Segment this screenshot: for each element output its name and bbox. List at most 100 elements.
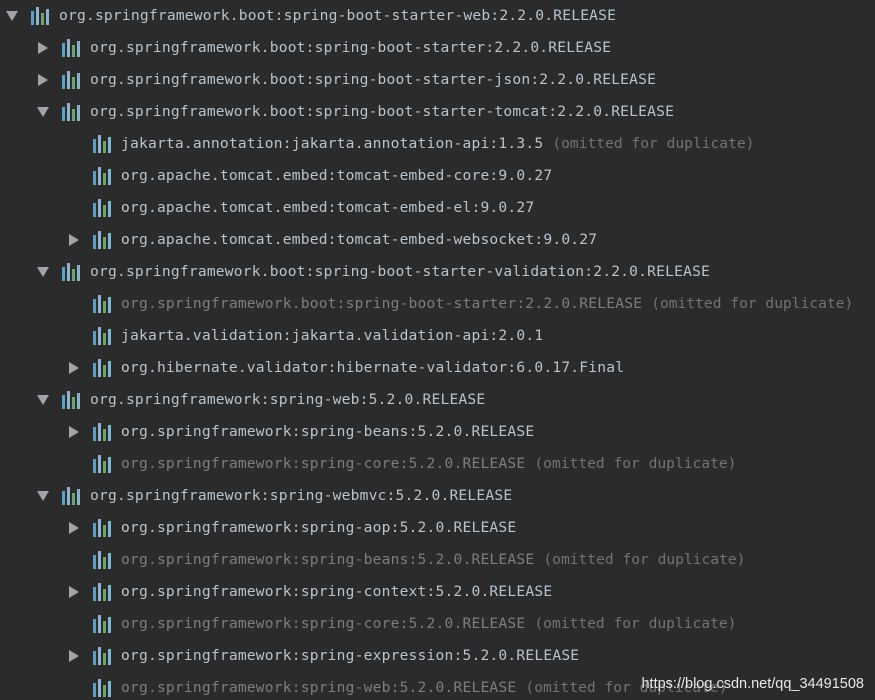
library-icon — [93, 615, 115, 633]
library-icon — [62, 39, 84, 57]
toggle-spacer — [67, 681, 81, 695]
tree-row[interactable]: org.springframework.boot:spring-boot-sta… — [36, 32, 611, 64]
triangle-right-icon — [69, 362, 79, 374]
triangle-down-icon — [37, 267, 49, 277]
tree-row[interactable]: org.apache.tomcat.embed:tomcat-embed-cor… — [67, 160, 552, 192]
toggle-spacer — [67, 457, 81, 471]
library-icon — [62, 487, 84, 505]
dependency-label: org.springframework:spring-context:5.2.0… — [121, 583, 553, 600]
triangle-right-icon — [69, 426, 79, 438]
toggle-spacer — [67, 553, 81, 567]
dependency-label: org.springframework.boot:spring-boot-sta… — [90, 71, 657, 88]
expand-toggle[interactable] — [67, 521, 81, 535]
omitted-note: (omitted for duplicate) — [543, 551, 746, 568]
expand-toggle[interactable] — [67, 649, 81, 663]
tree-row[interactable]: org.springframework:spring-webmvc:5.2.0.… — [36, 480, 512, 512]
tree-row[interactable]: org.springframework:spring-web:5.2.0.REL… — [67, 672, 728, 700]
expand-toggle[interactable] — [36, 41, 50, 55]
expand-toggle[interactable] — [36, 489, 50, 503]
dependency-label: org.springframework:spring-web:5.2.0.REL… — [121, 679, 517, 696]
toggle-spacer — [67, 617, 81, 631]
triangle-right-icon — [69, 522, 79, 534]
library-icon — [93, 167, 115, 185]
tree-row[interactable]: org.springframework.boot:spring-boot-sta… — [36, 256, 710, 288]
library-icon — [62, 103, 84, 121]
toggle-spacer — [67, 169, 81, 183]
triangle-right-icon — [38, 42, 48, 54]
omitted-note: (omitted for duplicate) — [534, 615, 737, 632]
dependency-label: org.springframework:spring-aop:5.2.0.REL… — [121, 519, 517, 536]
expand-toggle[interactable] — [67, 425, 81, 439]
library-icon — [93, 679, 115, 697]
dependency-label: org.springframework:spring-core:5.2.0.RE… — [121, 455, 526, 472]
tree-row[interactable]: org.springframework:spring-web:5.2.0.REL… — [36, 384, 485, 416]
tree-row[interactable]: jakarta.annotation:jakarta.annotation-ap… — [67, 128, 754, 160]
omitted-note: (omitted for duplicate) — [552, 135, 755, 152]
library-icon — [31, 7, 53, 25]
library-icon — [93, 647, 115, 665]
expand-toggle[interactable] — [36, 105, 50, 119]
library-icon — [93, 359, 115, 377]
triangle-right-icon — [38, 74, 48, 86]
dependency-label: org.springframework.boot:spring-boot-sta… — [121, 295, 643, 312]
triangle-right-icon — [69, 234, 79, 246]
library-icon — [62, 391, 84, 409]
dependency-label: org.springframework.boot:spring-boot-sta… — [59, 7, 617, 24]
dependency-label: org.apache.tomcat.embed:tomcat-embed-cor… — [121, 167, 553, 184]
tree-row[interactable]: org.hibernate.validator:hibernate-valida… — [67, 352, 624, 384]
tree-row[interactable]: org.springframework:spring-beans:5.2.0.R… — [67, 544, 745, 576]
dependency-label: org.springframework:spring-beans:5.2.0.R… — [121, 423, 535, 440]
dependency-label: jakarta.validation:jakarta.validation-ap… — [121, 327, 544, 344]
tree-row[interactable]: org.springframework.boot:spring-boot-sta… — [36, 64, 656, 96]
tree-row[interactable]: org.springframework.boot:spring-boot-sta… — [36, 96, 674, 128]
expand-toggle[interactable] — [36, 265, 50, 279]
expand-toggle[interactable] — [36, 393, 50, 407]
dependency-tree: org.springframework.boot:spring-boot-sta… — [0, 0, 875, 700]
tree-row[interactable]: org.springframework:spring-aop:5.2.0.REL… — [67, 512, 516, 544]
dependency-label: org.springframework.boot:spring-boot-sta… — [90, 103, 675, 120]
library-icon — [93, 295, 115, 313]
triangle-right-icon — [69, 650, 79, 662]
tree-row[interactable]: org.springframework:spring-core:5.2.0.RE… — [67, 608, 736, 640]
library-icon — [93, 455, 115, 473]
expand-toggle[interactable] — [67, 585, 81, 599]
library-icon — [93, 199, 115, 217]
library-icon — [93, 231, 115, 249]
expand-toggle[interactable] — [67, 361, 81, 375]
expand-toggle[interactable] — [5, 9, 19, 23]
toggle-spacer — [67, 201, 81, 215]
toggle-spacer — [67, 329, 81, 343]
tree-row[interactable]: jakarta.validation:jakarta.validation-ap… — [67, 320, 543, 352]
dependency-label: org.springframework.boot:spring-boot-sta… — [90, 263, 711, 280]
watermark: https://blog.csdn.net/qq_34491508 — [641, 676, 864, 692]
tree-row[interactable]: org.springframework:spring-core:5.2.0.RE… — [67, 448, 736, 480]
expand-toggle[interactable] — [67, 233, 81, 247]
library-icon — [93, 327, 115, 345]
tree-row[interactable]: org.apache.tomcat.embed:tomcat-embed-el:… — [67, 192, 534, 224]
triangle-right-icon — [69, 586, 79, 598]
tree-row[interactable]: org.apache.tomcat.embed:tomcat-embed-web… — [67, 224, 597, 256]
expand-toggle[interactable] — [36, 73, 50, 87]
dependency-label: org.springframework:spring-expression:5.… — [121, 647, 580, 664]
tree-row[interactable]: org.springframework.boot:spring-boot-sta… — [67, 288, 853, 320]
dependency-label: org.springframework.boot:spring-boot-sta… — [90, 39, 612, 56]
library-icon — [62, 263, 84, 281]
omitted-note: (omitted for duplicate) — [534, 455, 737, 472]
library-icon — [93, 551, 115, 569]
library-icon — [93, 135, 115, 153]
tree-row[interactable]: org.springframework:spring-beans:5.2.0.R… — [67, 416, 534, 448]
tree-row[interactable]: org.springframework:spring-context:5.2.0… — [67, 576, 552, 608]
library-icon — [93, 519, 115, 537]
tree-row[interactable]: org.springframework.boot:spring-boot-sta… — [5, 0, 616, 32]
library-icon — [93, 423, 115, 441]
dependency-label: org.apache.tomcat.embed:tomcat-embed-web… — [121, 231, 598, 248]
library-icon — [93, 583, 115, 601]
dependency-label: org.apache.tomcat.embed:tomcat-embed-el:… — [121, 199, 535, 216]
toggle-spacer — [67, 137, 81, 151]
toggle-spacer — [67, 297, 81, 311]
dependency-label: org.springframework:spring-core:5.2.0.RE… — [121, 615, 526, 632]
dependency-label: jakarta.annotation:jakarta.annotation-ap… — [121, 135, 544, 152]
dependency-label: org.springframework:spring-web:5.2.0.REL… — [90, 391, 486, 408]
tree-row[interactable]: org.springframework:spring-expression:5.… — [67, 640, 579, 672]
triangle-down-icon — [37, 107, 49, 117]
